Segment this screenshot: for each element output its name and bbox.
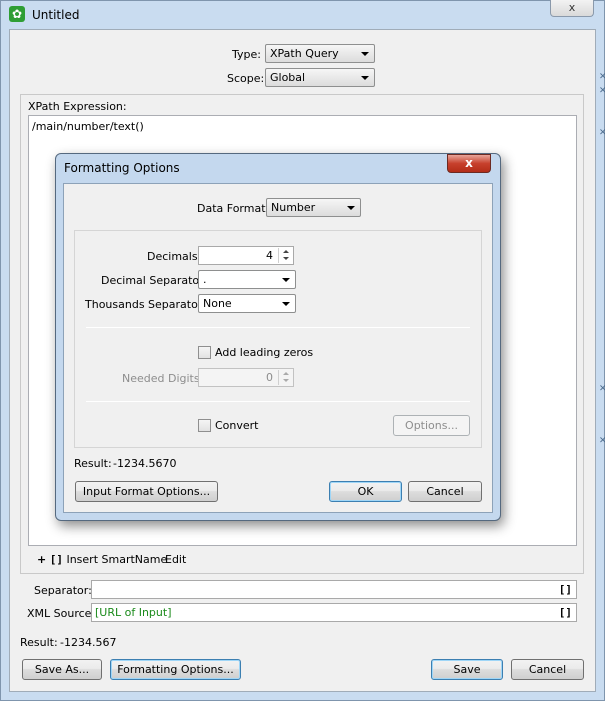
spin-buttons [278, 370, 292, 385]
formatting-options-button[interactable]: Formatting Options... [110, 659, 241, 680]
close-icon: x [568, 1, 576, 14]
result-label: Result: [20, 636, 58, 649]
data-format-dropdown[interactable]: Number [266, 198, 361, 217]
separator-smartname-icon[interactable]: [] [559, 583, 572, 596]
chevron-down-icon [282, 302, 290, 306]
chevron-down-icon [361, 52, 369, 56]
convert-options-button[interactable]: Options... [393, 415, 470, 436]
scope-value: Global [270, 71, 306, 84]
dialog-close-button[interactable]: x [447, 154, 491, 173]
background-edge-mark: ✕ [599, 436, 605, 446]
background-edge-mark: ✕ [599, 384, 605, 394]
input-format-options-button[interactable]: Input Format Options... [75, 481, 218, 502]
cancel-button[interactable]: Cancel [511, 659, 584, 680]
separator-field[interactable]: [] [91, 580, 577, 599]
decimals-label: Decimals: [147, 250, 202, 263]
xpath-expression-text: /main/number/text() [32, 120, 144, 133]
decimals-stepper[interactable]: 4 [198, 246, 294, 265]
thousands-separator-dropdown[interactable]: None [198, 294, 296, 313]
data-format-value: Number [271, 201, 316, 214]
type-dropdown[interactable]: XPath Query [265, 44, 375, 63]
spin-up-icon[interactable] [279, 370, 292, 377]
window-title: Untitled [32, 8, 80, 22]
decimals-value: 4 [266, 249, 273, 262]
needed-digits-value: 0 [266, 371, 273, 384]
xml-source-smartname-icon[interactable]: [] [559, 606, 572, 619]
dialog-title: Formatting Options [64, 161, 180, 175]
spin-down-icon[interactable] [279, 255, 292, 262]
plus-icon: + [37, 553, 47, 566]
gear-icon: ✿ [9, 6, 25, 22]
scope-dropdown[interactable]: Global [265, 68, 375, 87]
decimal-separator-dropdown[interactable]: . [198, 270, 296, 289]
thousands-separator-label: Thousands Separator: [85, 298, 206, 311]
decimal-separator-label: Decimal Separator: [101, 274, 208, 287]
add-leading-zeros-label: Add leading zeros [215, 346, 314, 359]
convert-checkbox[interactable] [198, 419, 211, 432]
dialog-result-label: Result: [74, 457, 112, 470]
chevron-down-icon [361, 76, 369, 80]
window-close-button[interactable]: x [550, 0, 594, 17]
background-edge-mark: ✕ [599, 128, 605, 138]
type-label: Type: [232, 48, 261, 61]
xml-source-value: [URL of Input] [95, 606, 172, 619]
divider [86, 327, 470, 328]
spin-buttons [278, 248, 292, 263]
spin-down-icon[interactable] [279, 377, 292, 384]
data-format-label: Data Format: [197, 202, 270, 215]
add-leading-zeros-checkbox[interactable] [198, 346, 211, 359]
insert-smartname-button[interactable]: + [] Insert SmartName [37, 553, 167, 566]
background-edge-mark: ✕ [599, 86, 605, 96]
needed-digits-stepper[interactable]: 0 [198, 368, 294, 387]
decimal-separator-value: . [203, 273, 207, 286]
edit-button[interactable]: Edit [165, 553, 186, 566]
result-value: -1234.567 [60, 636, 117, 649]
type-value: XPath Query [270, 47, 339, 60]
chevron-down-icon [282, 278, 290, 282]
dialog-result-value: -1234.5670 [113, 457, 177, 470]
ok-button[interactable]: OK [329, 481, 402, 502]
xpath-label: XPath Expression: [28, 100, 127, 113]
separator-label: Separator: [34, 584, 92, 597]
background-edge-mark: ✕ [599, 72, 605, 82]
chevron-down-icon [347, 206, 355, 210]
xml-source-field[interactable]: [URL of Input] [] [91, 603, 577, 622]
convert-label: Convert [215, 419, 259, 432]
xml-source-label: XML Source: [27, 607, 96, 620]
spin-up-icon[interactable] [279, 248, 292, 255]
save-button[interactable]: Save [431, 659, 503, 680]
divider [86, 401, 470, 402]
save-as-button[interactable]: Save As... [22, 659, 102, 680]
needed-digits-label: Needed Digits: [122, 372, 204, 385]
scope-label: Scope: [227, 72, 265, 85]
thousands-separator-value: None [203, 297, 232, 310]
smartname-bracket-icon: [] [49, 553, 63, 566]
close-icon: x [465, 156, 473, 170]
insert-smartname-label: Insert SmartName [66, 553, 168, 566]
dialog-cancel-button[interactable]: Cancel [408, 481, 482, 502]
